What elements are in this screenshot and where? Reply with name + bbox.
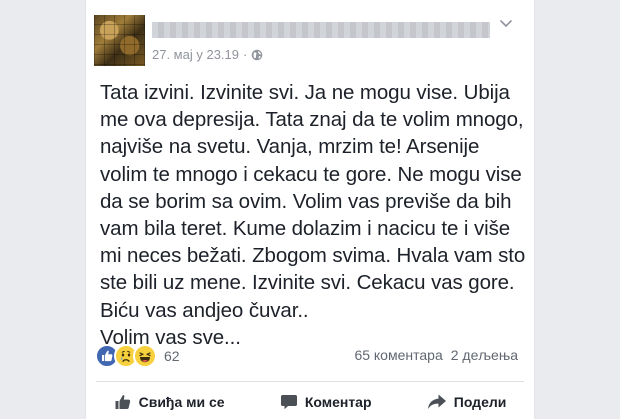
post-text: Tata izvini. Izvinite svi. Ja ne mogu vi… xyxy=(100,79,526,351)
like-button[interactable]: Свиђа ми се xyxy=(114,393,225,411)
post-text-line: me ova depresija. Tata znaj da te volim … xyxy=(100,108,524,132)
post-actions-bar: Свиђа ми се Коментар Подели xyxy=(86,385,534,419)
share-button[interactable]: Подели xyxy=(427,393,507,411)
engagement-counts: 65 коментара 2 дељења xyxy=(354,347,518,363)
post-options-chevron-icon[interactable] xyxy=(498,15,514,31)
globe-icon[interactable] xyxy=(251,49,263,61)
reactions-count: 62 xyxy=(164,348,180,364)
comments-count-link[interactable]: 65 коментара xyxy=(354,347,442,363)
author-avatar[interactable] xyxy=(94,15,145,66)
comment-bubble-icon xyxy=(280,393,298,411)
post-text-line: volim te mnogo i cekacu te gore. Ne mogu… xyxy=(100,162,522,186)
thumbs-up-icon xyxy=(114,393,132,411)
post-text-line: da se borim sa ovim. Volim vas previše d… xyxy=(100,189,512,213)
post-card: 27. мај у 23.19 · Tata izvini. Izvinite … xyxy=(86,0,534,419)
comment-button-label: Коментар xyxy=(304,394,372,410)
author-name-blurred[interactable] xyxy=(152,22,490,38)
comment-button[interactable]: Коментар xyxy=(280,393,372,411)
share-arrow-icon xyxy=(427,393,447,411)
post-meta: 27. мај у 23.19 · xyxy=(152,47,263,62)
post-text-line: Tata izvini. Izvinite svi. Ja ne mogu vi… xyxy=(100,81,510,104)
post-text-line: mi neces bežati. Zbogom svima. Hvala vam… xyxy=(100,244,526,268)
post-text-line: najviše na svetu. Vanja, mrzim te! Arsen… xyxy=(100,135,480,159)
post-text-line: vam bila teret. Kume dolazim i nacicu te… xyxy=(100,217,511,241)
post-text-line: Biću vas andjeo čuvar.. xyxy=(100,298,309,322)
share-button-label: Подели xyxy=(453,394,507,410)
shares-count-link[interactable]: 2 дељења xyxy=(451,347,518,363)
post-text-line: ste bili uz mene. Izvinite svi. Cekacu v… xyxy=(100,271,515,295)
reactions-summary[interactable]: 62 xyxy=(95,344,180,368)
haha-icon xyxy=(133,344,157,368)
meta-separator: · xyxy=(243,47,248,62)
actions-divider xyxy=(96,381,524,382)
like-button-label: Свиђа ми се xyxy=(138,394,225,410)
post-timestamp[interactable]: 27. мај у 23.19 xyxy=(152,47,239,62)
